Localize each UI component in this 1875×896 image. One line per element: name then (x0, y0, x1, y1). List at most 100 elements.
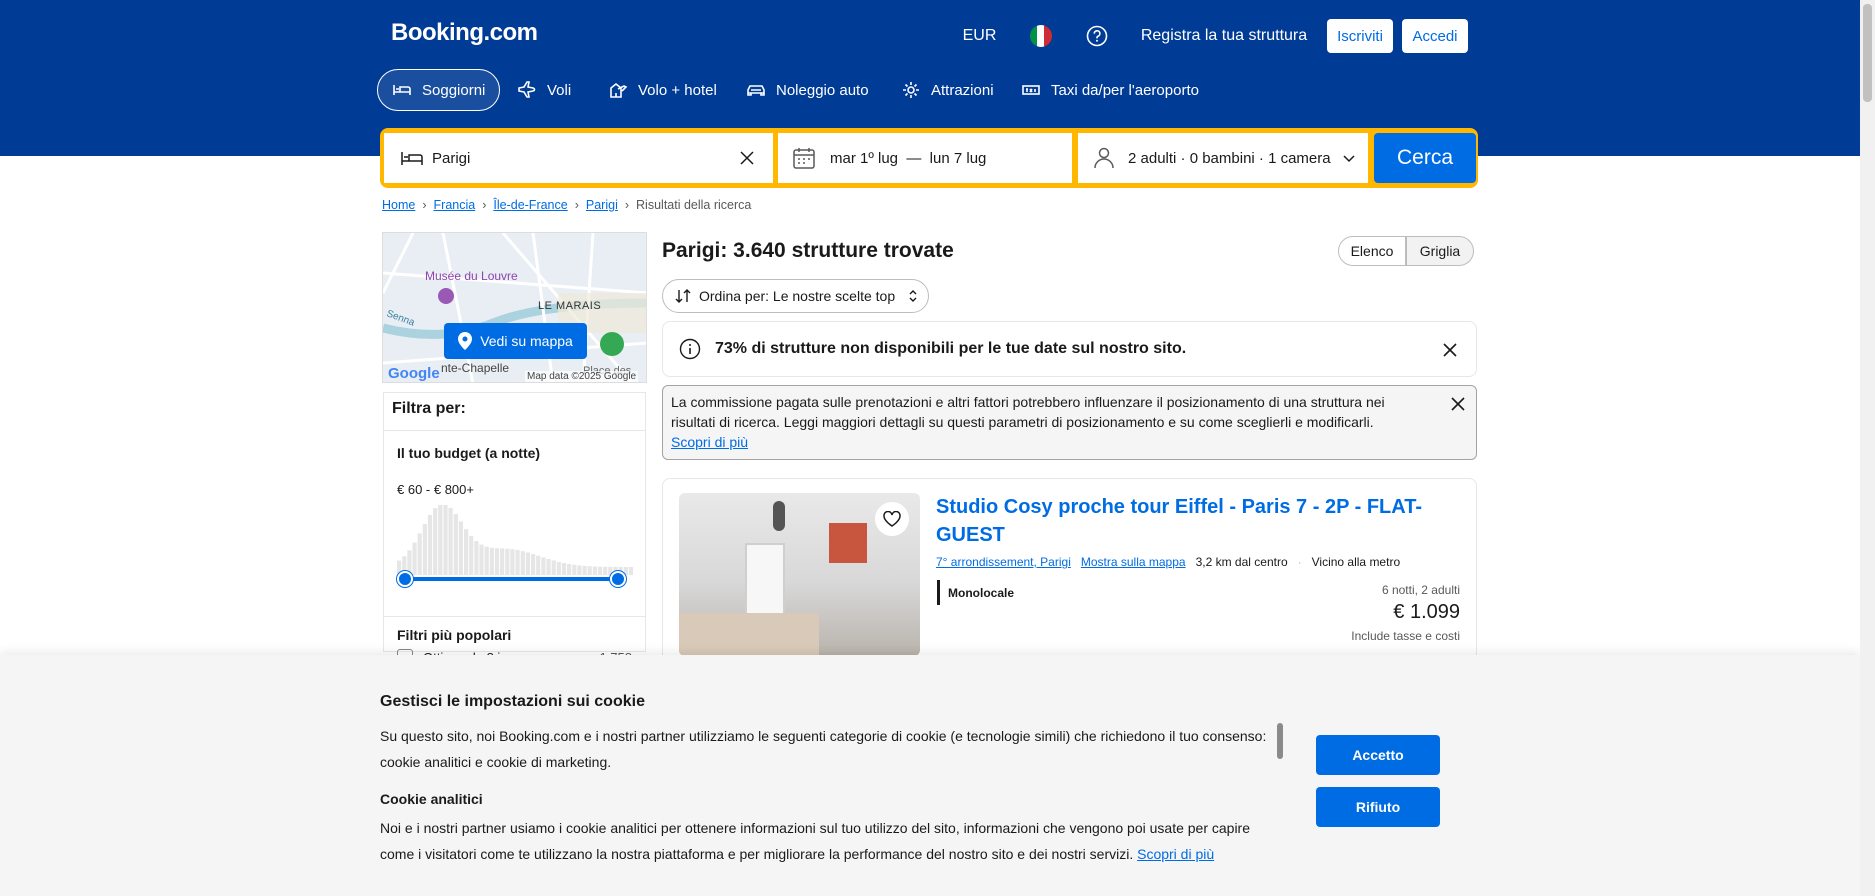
property-location-row: 7° arrondissement, Parigi Mostra sulla m… (936, 555, 1400, 569)
clear-destination-button[interactable] (737, 148, 757, 168)
histogram-bar (505, 548, 510, 575)
popular-filters-title: Filtri più popolari (397, 627, 512, 643)
histogram-bar (417, 533, 422, 575)
tab-label: Taxi da/per l'aeroporto (1051, 81, 1199, 99)
map-label-marais: LE MARAIS (538, 300, 602, 312)
cookie-banner: Gestisci le impostazioni sui cookie Su q… (0, 655, 1860, 896)
histogram-bar (489, 547, 494, 575)
cookie-analytics-body: Noi e i nostri partner usiamo i cookie a… (380, 820, 1251, 862)
histogram-bar (494, 548, 500, 575)
close-alert-button[interactable] (1432, 332, 1468, 368)
budget-slider[interactable] (384, 571, 645, 617)
cookie-analytics-title: Cookie analitici (380, 791, 483, 807)
destination-field[interactable]: Parigi (384, 133, 773, 183)
cookie-intro: Su questo sito, noi Booking.com e i nost… (380, 728, 1267, 770)
window-shape (745, 543, 785, 623)
cookie-title: Gestisci le impostazioni sui cookie (380, 693, 645, 710)
help-button[interactable] (1074, 14, 1120, 58)
italy-flag-icon (1030, 25, 1052, 47)
chevron-right-icon: › (482, 198, 487, 212)
histogram-bar (453, 514, 458, 575)
budget-range: € 60 - € 800+ (397, 482, 474, 497)
currency-button[interactable]: EUR (952, 14, 1007, 58)
booking-logo[interactable]: Booking.com (391, 19, 538, 47)
close-disclaimer-button[interactable] (1440, 386, 1476, 422)
map-streets (383, 233, 646, 382)
reject-cookies-button[interactable]: Rifiuto (1316, 787, 1440, 827)
results-title: Parigi: 3.640 strutture trovate (662, 239, 954, 262)
histogram-bar (525, 552, 530, 575)
date-field[interactable]: mar 1º lug — lun 7 lug (778, 133, 1072, 183)
histogram-bar (628, 567, 633, 575)
search-button[interactable]: Cerca (1374, 133, 1476, 183)
histogram-bar (587, 566, 592, 575)
property-price: € 1.099 (1393, 601, 1460, 623)
cookie-scrollbar[interactable] (1277, 723, 1283, 759)
login-button[interactable]: Accedi (1402, 19, 1468, 53)
grid-view-button[interactable]: Griglia (1406, 236, 1474, 266)
breadcrumb-current: Risultati della ricerca (636, 198, 752, 212)
page-scrollbar-thumb[interactable] (1863, 4, 1872, 102)
stay-summary: 6 notti, 2 adulti (1381, 583, 1460, 597)
tab-attractions[interactable]: Attrazioni (887, 69, 1008, 111)
chevron-right-icon: › (422, 198, 427, 212)
property-metro: Vicino alla metro (1311, 555, 1401, 569)
histogram-bar (536, 555, 541, 575)
accept-cookies-button[interactable]: Accetto (1316, 735, 1440, 775)
breadcrumb-region[interactable]: Île-de-France (493, 198, 567, 212)
slider-track (404, 577, 618, 581)
show-on-map-link[interactable]: Mostra sulla mappa (1081, 555, 1186, 569)
view-on-map-button[interactable]: Vedi su mappa (444, 323, 587, 359)
breadcrumb-city[interactable]: Parigi (586, 198, 618, 212)
histogram-bar (438, 505, 443, 575)
close-icon (740, 151, 754, 165)
slider-min-handle[interactable] (397, 571, 413, 587)
histogram-bar (500, 548, 505, 575)
filter-title: Filtra per: (384, 393, 645, 431)
property-location-link[interactable]: 7° arrondissement, Parigi (936, 555, 1071, 569)
cookie-analytics-text: Noi e i nostri partner usiamo i cookie a… (380, 815, 1270, 867)
tab-flight-hotel[interactable]: Volo + hotel (594, 69, 731, 111)
availability-alert: 73% di strutture non disponibili per le … (662, 321, 1477, 377)
histogram-bar (572, 564, 577, 575)
date-range: mar 1º lug — lun 7 lug (830, 149, 987, 167)
histogram-bar (422, 523, 427, 575)
sort-label: Ordina per: Le nostre scelte top (699, 288, 896, 304)
register-property-link[interactable]: Registra la tua struttura (1131, 14, 1317, 58)
tab-flights[interactable]: Voli (503, 69, 585, 111)
histogram-bar (433, 508, 438, 575)
language-button[interactable] (1018, 14, 1064, 58)
calendar-icon (793, 148, 815, 169)
lamp-shape (773, 501, 785, 531)
guests-field[interactable]: 2 adulti · 0 bambini · 1 camera (1078, 133, 1368, 183)
alert-text: 73% di strutture non disponibili per le … (715, 340, 1187, 357)
list-view-button[interactable]: Elenco (1338, 236, 1406, 266)
sort-dropdown[interactable]: Ordina per: Le nostre scelte top (662, 279, 929, 313)
map-preview[interactable]: Musée du Louvre LE MARAIS Senna nte-Chap… (382, 232, 647, 383)
bed-icon (401, 152, 423, 165)
property-name-link[interactable]: Studio Cosy proche tour Eiffel - Paris 7… (936, 493, 1436, 549)
room-type[interactable]: Monolocale (937, 580, 1285, 605)
histogram-bar (592, 566, 597, 575)
tab-stays[interactable]: Soggiorni (377, 69, 501, 111)
attractions-icon (903, 82, 919, 98)
tab-label: Attrazioni (931, 81, 994, 99)
close-icon (1443, 343, 1457, 357)
signup-button[interactable]: Iscriviti (1327, 19, 1393, 53)
map-credit: Map data ©2025 Google (525, 371, 639, 382)
histogram-bar (464, 529, 469, 575)
slider-max-handle[interactable] (610, 571, 626, 587)
guests-summary: 2 adulti · 0 bambini · 1 camera (1128, 149, 1331, 167)
page-scrollbar[interactable] (1860, 0, 1875, 896)
cookie-learn-more-link[interactable]: Scopri di più (1137, 846, 1214, 862)
histogram-bar (597, 566, 603, 575)
breadcrumb-country[interactable]: Francia (434, 198, 476, 212)
sort-icon (675, 289, 691, 303)
breadcrumb-home[interactable]: Home (382, 198, 415, 212)
destination-input[interactable]: Parigi (432, 150, 737, 167)
histogram-bar (484, 546, 489, 575)
tab-car-rental[interactable]: Noleggio auto (732, 69, 883, 111)
disclaimer-learn-more-link[interactable]: Scopri di più (671, 434, 748, 450)
save-to-wishlist-button[interactable] (875, 502, 909, 536)
tab-airport-taxi[interactable]: Taxi da/per l'aeroporto (1007, 69, 1213, 111)
